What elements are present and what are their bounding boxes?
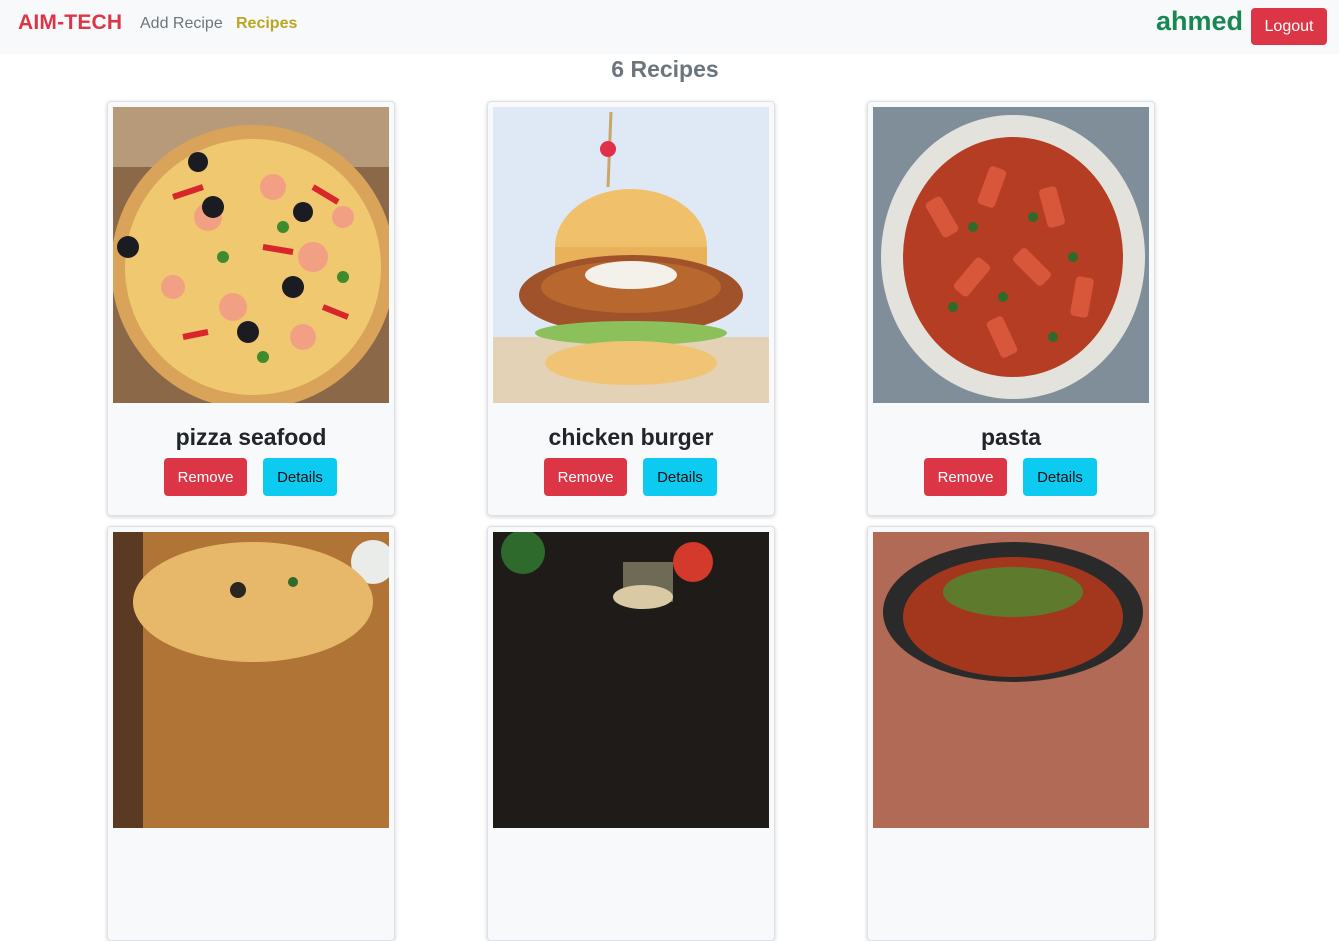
recipe-card (487, 526, 775, 941)
nav-link-recipes[interactable]: Recipes (236, 15, 297, 33)
ratatouille-image (873, 532, 1149, 828)
brand-logo[interactable]: AIM-TECH (18, 11, 122, 35)
recipe-title: pasta (980, 424, 1042, 450)
pizza-image (113, 532, 389, 828)
details-button[interactable]: Details (643, 458, 717, 496)
recipe-card: pasta Remove Details (867, 101, 1155, 516)
navbar: AIM-TECH Add Recipe Recipes ahmed Logout (0, 0, 1339, 54)
pasta-image (873, 107, 1149, 403)
details-button[interactable]: Details (263, 458, 337, 496)
pizza-seafood-image (113, 107, 389, 403)
logout-button[interactable]: Logout (1251, 8, 1327, 45)
recipe-title: chicken burger (548, 424, 714, 450)
remove-button[interactable]: Remove (924, 458, 1007, 496)
remove-button[interactable]: Remove (164, 458, 247, 496)
recipe-title: pizza seafood (175, 424, 327, 450)
chicken-burger-image (493, 107, 769, 403)
recipe-card (867, 526, 1155, 941)
recipe-card: chicken burger Remove Details (487, 101, 775, 516)
wrap-image (493, 532, 769, 828)
recipe-card (107, 526, 395, 941)
remove-button[interactable]: Remove (544, 458, 627, 496)
recipe-card: pizza seafood Remove Details (107, 101, 395, 516)
details-button[interactable]: Details (1023, 458, 1097, 496)
nav-link-add-recipe[interactable]: Add Recipe (140, 15, 223, 33)
recipes-count-heading: 6 Recipes (611, 56, 719, 82)
username: ahmed (1156, 6, 1244, 36)
